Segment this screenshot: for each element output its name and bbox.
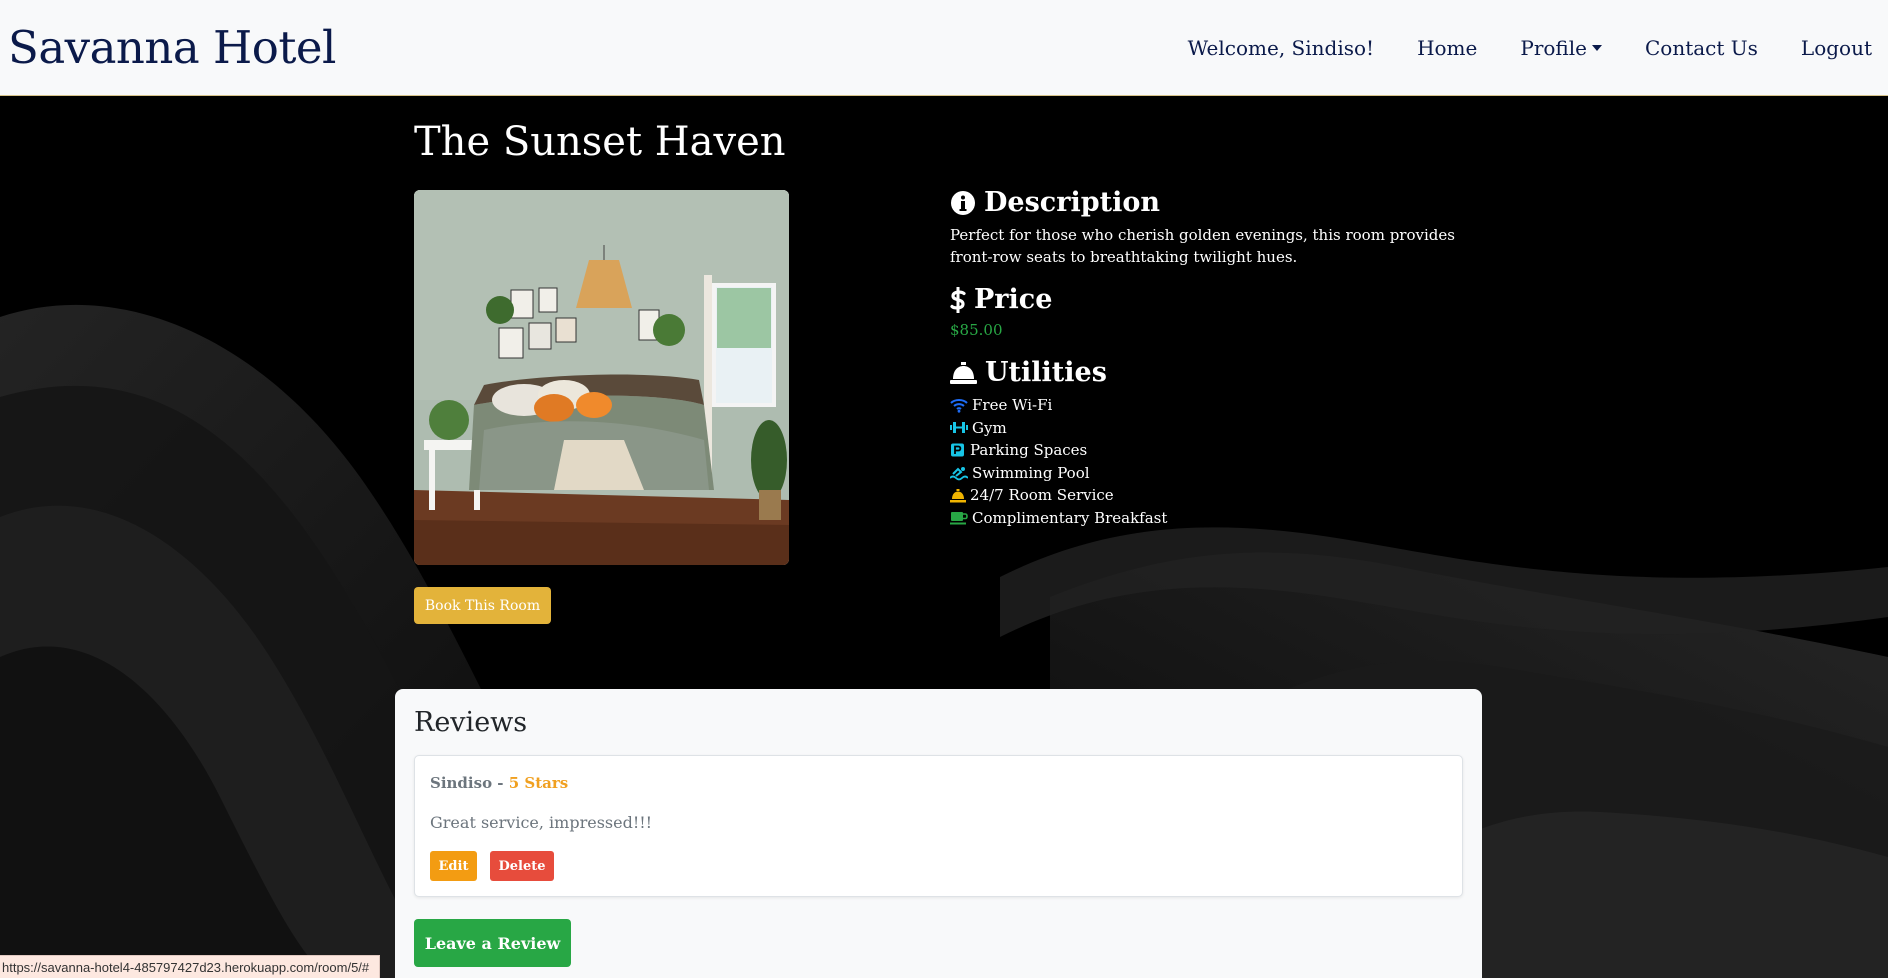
review-author: Sindiso (430, 774, 493, 792)
nav-links: Welcome, Sindiso! Home Profile Contact U… (1145, 0, 1888, 95)
swimmer-icon (950, 466, 968, 480)
utility-item-breakfast: Complimentary Breakfast (950, 507, 1470, 530)
review-item: Sindiso - 5 Stars Great service, impress… (414, 755, 1463, 897)
utility-label: Gym (972, 418, 1007, 437)
price-heading-label: Price (974, 284, 1053, 315)
description-heading-label: Description (984, 187, 1160, 218)
status-bar-url: https://savanna-hotel4-485797427d23.hero… (0, 955, 381, 978)
reviews-card: Reviews Sindiso - 5 Stars Great service,… (395, 689, 1482, 978)
review-text: Great service, impressed!!! (430, 813, 653, 832)
utility-label: Parking Spaces (970, 441, 1088, 460)
coffee-icon (950, 512, 968, 525)
dumbbell-icon (950, 422, 968, 434)
nav-welcome: Welcome, Sindiso! (1187, 35, 1375, 60)
nav-profile-dropdown[interactable]: Profile (1520, 36, 1602, 60)
utility-label: Complimentary Breakfast (972, 508, 1168, 527)
book-room-button[interactable]: Book This Room (414, 587, 551, 624)
utility-label: Swimming Pool (972, 463, 1090, 482)
delete-review-button[interactable]: Delete (490, 851, 554, 881)
room-details: Description Perfect for those who cheris… (950, 187, 1470, 530)
review-separator: - (492, 774, 509, 792)
chevron-down-icon (1592, 44, 1602, 51)
utility-item-parking: Parking Spaces (950, 439, 1470, 462)
review-header: Sindiso - 5 Stars (430, 774, 568, 792)
bedroom-photo-illustration (414, 190, 789, 565)
price-heading: Price (950, 284, 1470, 315)
nav-home-link[interactable]: Home (1417, 36, 1477, 60)
review-stars: 5 Stars (508, 774, 569, 792)
nav-profile-label: Profile (1520, 35, 1587, 60)
utilities-heading: Utilities (950, 357, 1470, 388)
leave-review-button[interactable]: Leave a Review (414, 919, 571, 967)
description-heading: Description (950, 187, 1470, 218)
edit-review-button[interactable]: Edit (430, 851, 477, 881)
parking-icon (951, 443, 964, 457)
concierge-bell-icon (950, 361, 977, 384)
room-detail-page: The Sunset Haven Book This Room Descript… (0, 97, 1888, 978)
utility-item-room-service: 24/7 Room Service (950, 484, 1470, 507)
room-photo (414, 190, 789, 565)
wifi-icon (950, 398, 968, 413)
price-value: $85.00 (950, 321, 1003, 339)
utility-item-wifi: Free Wi-Fi (950, 394, 1470, 417)
dollar-sign-icon (950, 286, 966, 313)
bell-icon (950, 488, 966, 503)
navbar: Savanna Hotel Welcome, Sindiso! Home Pro… (0, 0, 1888, 96)
nav-logout-link[interactable]: Logout (1801, 36, 1872, 60)
utilities-heading-label: Utilities (985, 357, 1107, 388)
utilities-list: Free Wi-Fi Gym Parking Spaces Swimming P… (950, 394, 1470, 530)
description-text: Perfect for those who cherish golden eve… (950, 226, 1455, 266)
utility-item-pool: Swimming Pool (950, 462, 1470, 485)
room-title: The Sunset Haven (414, 119, 786, 165)
nav-contact-link[interactable]: Contact Us (1645, 36, 1758, 60)
brand-logo[interactable]: Savanna Hotel (0, 21, 336, 74)
utility-label: 24/7 Room Service (970, 486, 1114, 505)
info-circle-icon (951, 190, 975, 215)
utility-label: Free Wi-Fi (972, 396, 1053, 414)
reviews-title: Reviews (414, 707, 528, 738)
utility-item-gym: Gym (950, 417, 1470, 440)
